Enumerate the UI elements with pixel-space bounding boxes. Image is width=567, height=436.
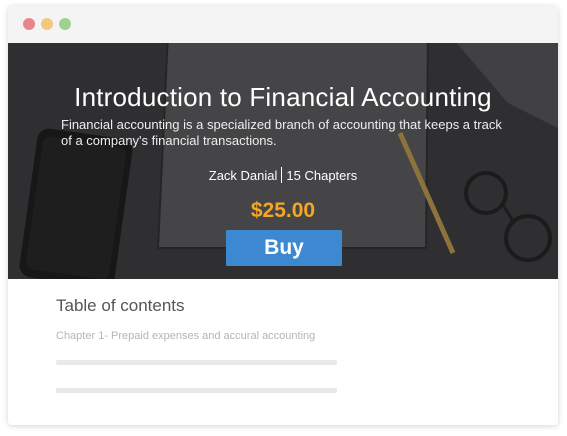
maximize-window-icon[interactable]	[59, 18, 71, 30]
browser-window: Introduction to Financial Accounting Fin…	[8, 6, 558, 425]
minimize-window-icon[interactable]	[41, 18, 53, 30]
meta-divider	[281, 167, 283, 183]
toc-placeholder-line	[56, 388, 337, 393]
author-name: Zack Danial	[208, 168, 278, 183]
chapter-count: 15 Chapters	[286, 168, 358, 183]
toc-chapter-item[interactable]: Chapter 1- Prepaid expenses and accural …	[56, 330, 315, 342]
book-title: Introduction to Financial Accounting	[74, 82, 492, 112]
window-titlebar	[8, 6, 558, 44]
toc-heading: Table of contents	[56, 296, 185, 315]
book-meta: Zack Danial 15 Chapters	[8, 167, 558, 183]
hero-banner: Introduction to Financial Accounting Fin…	[8, 43, 558, 279]
book-info: Introduction to Financial Accounting Fin…	[8, 43, 558, 279]
close-window-icon[interactable]	[23, 18, 35, 30]
book-description: Financial accounting is a specialized br…	[61, 117, 502, 148]
buy-button[interactable]: Buy	[226, 230, 342, 266]
book-price: $25.00	[250, 199, 316, 222]
toc-placeholder-line	[56, 360, 337, 365]
table-of-contents: Table of contents Chapter 1- Prepaid exp…	[8, 279, 558, 425]
